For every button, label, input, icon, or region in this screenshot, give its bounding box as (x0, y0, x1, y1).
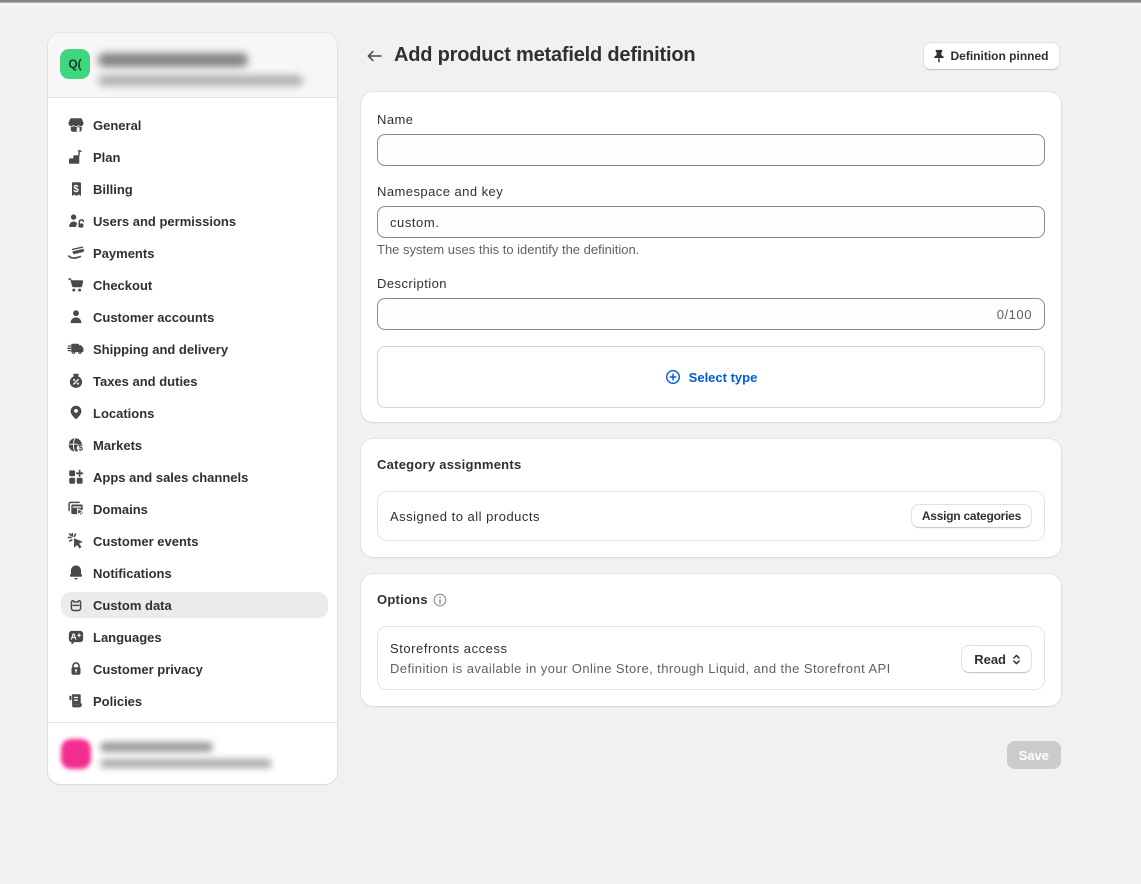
svg-text:$: $ (73, 184, 79, 195)
svg-text:A: A (71, 631, 77, 641)
svg-text:$: $ (78, 444, 83, 453)
